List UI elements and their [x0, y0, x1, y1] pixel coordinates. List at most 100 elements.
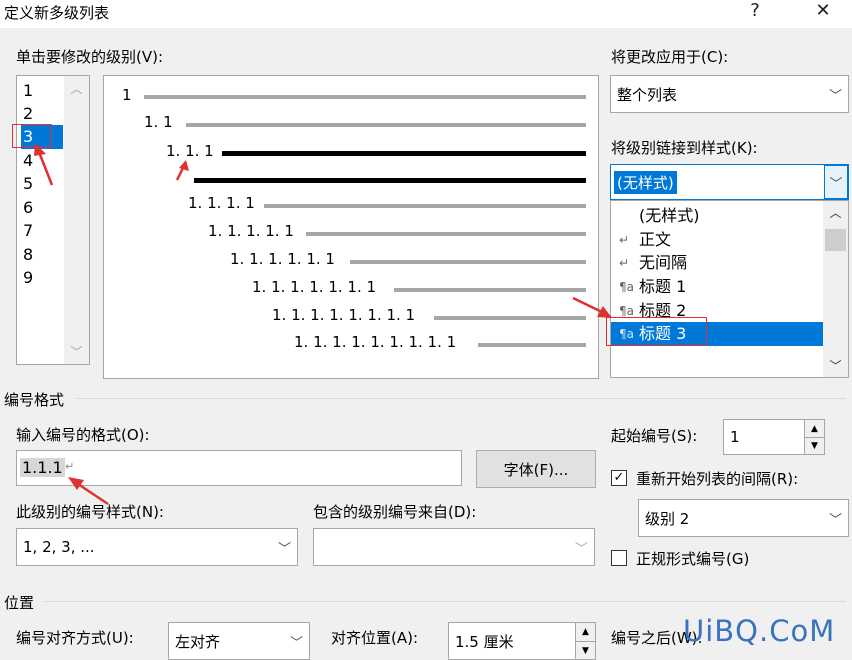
preview-level-9-line	[478, 343, 586, 347]
paragraph-mark-icon: ↵	[65, 460, 75, 473]
annotation-arrow-style	[572, 296, 612, 318]
preview-pane: 1 1. 1 1. 1. 1 1. 1. 1. 1 1. 1. 1. 1. 1 …	[103, 75, 599, 379]
apply-to-label: 将更改应用于(C):	[611, 48, 729, 66]
level-item-7[interactable]: 7	[21, 219, 61, 243]
dialog-title: 定义新多级列表	[4, 4, 110, 22]
number-alignment-dropdown[interactable]: 左对齐 ﹀	[168, 622, 310, 660]
annotation-arrow-level	[34, 143, 54, 186]
level-list-scrollbar[interactable]: ︿ ﹀	[64, 76, 89, 364]
preview-level-7-line	[394, 288, 586, 292]
preview-level-3-line	[222, 151, 586, 156]
section-divider	[76, 398, 846, 399]
preview-level-9-number: 1. 1. 1. 1. 1. 1. 1. 1. 1	[294, 333, 457, 351]
define-multilevel-list-dialog: 定义新多级列表 ? ✕ 单击要修改的级别(V): 1 2 3 4 5 6 7 8…	[0, 0, 852, 660]
font-button[interactable]: 字体(F)...	[476, 450, 596, 488]
spin-up-icon[interactable]: ▲	[575, 623, 595, 641]
preview-level-2-number: 1. 1	[144, 113, 173, 131]
legal-numbering-label: 正规形式编号(G)	[636, 550, 750, 568]
aligned-at-spinner[interactable]: 1.5 厘米 ▲ ▼	[448, 622, 596, 660]
level-list-label: 单击要修改的级别(V):	[16, 48, 164, 66]
chevron-down-icon[interactable]: ﹀	[284, 623, 309, 659]
paragraph-style-icon: ↵	[619, 256, 630, 270]
style-option-label: (无样式)	[639, 206, 700, 225]
preview-level-5-number: 1. 1. 1. 1. 1	[208, 222, 294, 240]
scroll-down-icon[interactable]: ﹀	[823, 357, 848, 374]
link-style-label: 将级别链接到样式(K):	[611, 139, 758, 157]
preview-level-8-number: 1. 1. 1. 1. 1. 1. 1. 1	[272, 306, 416, 324]
scroll-up-icon[interactable]: ︿	[64, 80, 89, 97]
style-options-list[interactable]: (无样式) ↵ 正文 ↵ 无间隔 ¶a 标题 1 ¶a 标题 2 ¶a 标题 3…	[610, 200, 849, 378]
start-at-value: 1	[730, 428, 740, 446]
number-alignment-value: 左对齐	[175, 632, 221, 651]
legal-numbering-checkbox[interactable]	[611, 550, 627, 566]
include-level-label: 包含的级别编号来自(D):	[313, 503, 477, 521]
preview-level-1-number: 1	[122, 86, 132, 104]
level-item-6[interactable]: 6	[21, 196, 61, 220]
restart-level-dropdown[interactable]: 级别 2 ﹀	[638, 499, 849, 537]
style-option-heading-1[interactable]: ¶a 标题 1	[611, 275, 824, 299]
level-item-8[interactable]: 8	[21, 243, 61, 267]
chevron-down-icon[interactable]: ﹀	[823, 500, 848, 536]
number-format-section-title: 编号格式	[4, 391, 65, 409]
annotation-arrow-preview	[175, 160, 189, 181]
start-at-label: 起始编号(S):	[611, 427, 698, 445]
style-option-no-style[interactable]: (无样式)	[611, 204, 824, 228]
watermark-logo: UiBQ.CoM	[683, 614, 836, 648]
preview-level-4-number: 1. 1. 1. 1	[188, 194, 255, 212]
number-format-value: 1.1.1	[20, 458, 65, 477]
preview-level-4-line	[264, 204, 586, 208]
link-style-value: (无样式)	[614, 170, 677, 194]
help-icon[interactable]: ?	[740, 0, 770, 24]
restart-list-checkbox[interactable]: ✓	[611, 470, 627, 486]
apply-to-value: 整个列表	[617, 85, 678, 104]
section-divider	[44, 601, 846, 602]
style-option-label: 标题 1	[639, 277, 687, 296]
restart-list-label: 重新开始列表的间隔(R):	[636, 470, 799, 488]
start-at-spinner[interactable]: 1 ▲ ▼	[723, 419, 825, 455]
spin-down-icon[interactable]: ▼	[804, 437, 824, 454]
preview-level-8-line	[434, 316, 586, 320]
link-style-value-wrap: (无样式)	[614, 165, 677, 199]
linked-style-icon: ¶a	[619, 280, 634, 294]
apply-to-dropdown[interactable]: 整个列表 ﹀	[610, 75, 849, 113]
style-list-scrollbar[interactable]: ︿ ﹀	[823, 201, 848, 377]
spin-up-icon[interactable]: ▲	[804, 420, 824, 437]
scroll-up-icon[interactable]: ︿	[823, 204, 848, 221]
number-style-dropdown[interactable]: 1, 2, 3, ... ﹀	[16, 528, 298, 566]
level-item-9[interactable]: 9	[21, 266, 61, 290]
annotation-box-style	[606, 317, 707, 346]
preview-level-5-line	[306, 232, 586, 236]
spin-down-icon[interactable]: ▼	[575, 641, 595, 659]
preview-level-7-number: 1. 1. 1. 1. 1. 1. 1	[252, 278, 377, 296]
restart-level-value: 级别 2	[645, 509, 690, 528]
preview-level-3-continuation-line	[194, 178, 586, 183]
scroll-down-icon[interactable]: ﹀	[64, 343, 89, 360]
scrollbar-thumb[interactable]	[825, 229, 846, 251]
preview-level-6-line	[350, 260, 586, 264]
link-style-dropdown[interactable]: (无样式) ﹀	[610, 164, 849, 200]
number-style-label: 此级别的编号样式(N):	[16, 503, 164, 521]
chevron-down-icon[interactable]: ﹀	[569, 529, 594, 565]
position-section-title: 位置	[4, 594, 35, 612]
preview-level-2-line	[186, 123, 586, 127]
level-item-2[interactable]: 2	[21, 102, 61, 126]
style-option-normal[interactable]: ↵ 正文	[611, 228, 824, 252]
include-level-dropdown[interactable]: ﹀	[313, 528, 595, 566]
preview-level-1-line	[144, 95, 586, 99]
style-option-label: 正文	[639, 230, 672, 249]
chevron-down-icon[interactable]: ﹀	[823, 76, 848, 112]
chevron-down-icon[interactable]: ﹀	[824, 165, 848, 199]
title-bar: 定义新多级列表 ? ✕	[0, 0, 852, 28]
number-style-value: 1, 2, 3, ...	[23, 538, 95, 556]
number-alignment-label: 编号对齐方式(U):	[16, 629, 134, 647]
style-option-label: 无间隔	[639, 253, 688, 272]
level-list[interactable]: 1 2 3 4 5 6 7 8 9 ︿ ﹀	[16, 75, 90, 365]
level-item-1[interactable]: 1	[21, 79, 61, 103]
chevron-down-icon[interactable]: ﹀	[272, 529, 297, 565]
aligned-at-value: 1.5 厘米	[455, 632, 514, 651]
format-input-label: 输入编号的格式(O):	[16, 426, 150, 444]
close-icon[interactable]: ✕	[808, 0, 838, 24]
paragraph-style-icon: ↵	[619, 233, 630, 247]
preview-level-6-number: 1. 1. 1. 1. 1. 1	[230, 250, 335, 268]
style-option-no-spacing[interactable]: ↵ 无间隔	[611, 251, 824, 275]
